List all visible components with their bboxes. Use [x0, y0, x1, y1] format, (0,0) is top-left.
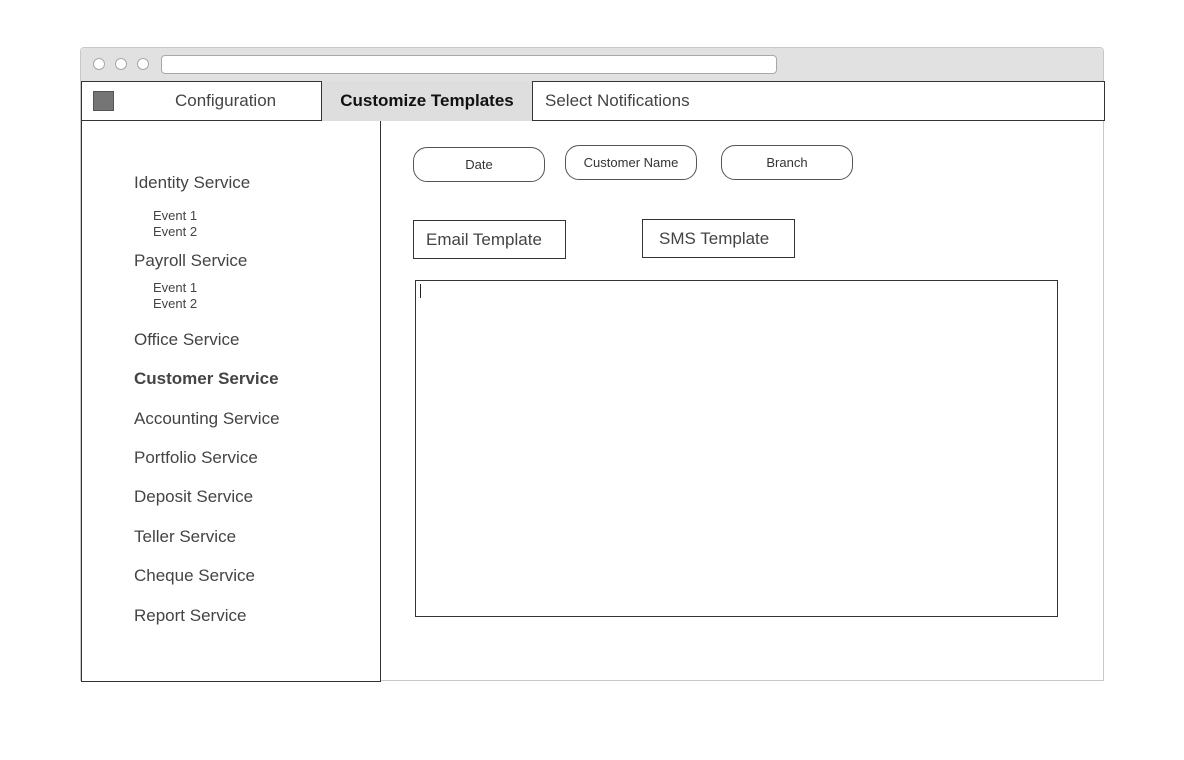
placeholder-customer-name-button[interactable]: Customer Name: [565, 145, 697, 180]
sidebar-subitem-payroll-event-2[interactable]: Event 2: [153, 296, 197, 311]
placeholder-date-button[interactable]: Date: [413, 147, 545, 182]
sidebar-item-identity-service[interactable]: Identity Service: [134, 173, 250, 193]
sidebar-item-office-service[interactable]: Office Service: [134, 330, 240, 350]
placeholder-branch-button[interactable]: Branch: [721, 145, 853, 180]
window-maximize-control[interactable]: [137, 58, 149, 70]
text-cursor: [420, 284, 421, 298]
address-bar[interactable]: [161, 55, 777, 74]
email-template-button[interactable]: Email Template: [413, 220, 566, 259]
window-close-control[interactable]: [93, 58, 105, 70]
tab-configuration[interactable]: Configuration: [175, 81, 276, 121]
tab-customize-templates[interactable]: Customize Templates: [321, 81, 533, 121]
sidebar-subitem-identity-event-2[interactable]: Event 2: [153, 224, 197, 239]
top-tab-bar: Configuration Customize Templates Select…: [81, 81, 1105, 121]
sidebar-item-accounting-service[interactable]: Accounting Service: [134, 409, 280, 429]
sidebar-item-portfolio-service[interactable]: Portfolio Service: [134, 448, 258, 468]
sms-template-button[interactable]: SMS Template: [642, 219, 795, 258]
template-editor-textarea[interactable]: [415, 280, 1058, 617]
app-logo-icon: [93, 91, 114, 111]
sidebar-item-deposit-service[interactable]: Deposit Service: [134, 487, 253, 507]
browser-titlebar: [81, 48, 1103, 82]
sidebar-item-report-service[interactable]: Report Service: [134, 606, 246, 626]
sidebar-item-customer-service[interactable]: Customer Service: [134, 369, 279, 389]
browser-window: Configuration Customize Templates Select…: [80, 47, 1105, 682]
sidebar-subitem-identity-event-1[interactable]: Event 1: [153, 208, 197, 223]
tab-select-notifications[interactable]: Select Notifications: [545, 81, 690, 121]
window-minimize-control[interactable]: [115, 58, 127, 70]
sidebar-item-cheque-service[interactable]: Cheque Service: [134, 566, 255, 586]
services-sidebar: Identity Service Event 1 Event 2 Payroll…: [81, 121, 381, 682]
sidebar-subitem-payroll-event-1[interactable]: Event 1: [153, 280, 197, 295]
sidebar-item-teller-service[interactable]: Teller Service: [134, 527, 236, 547]
sidebar-item-payroll-service[interactable]: Payroll Service: [134, 251, 247, 271]
